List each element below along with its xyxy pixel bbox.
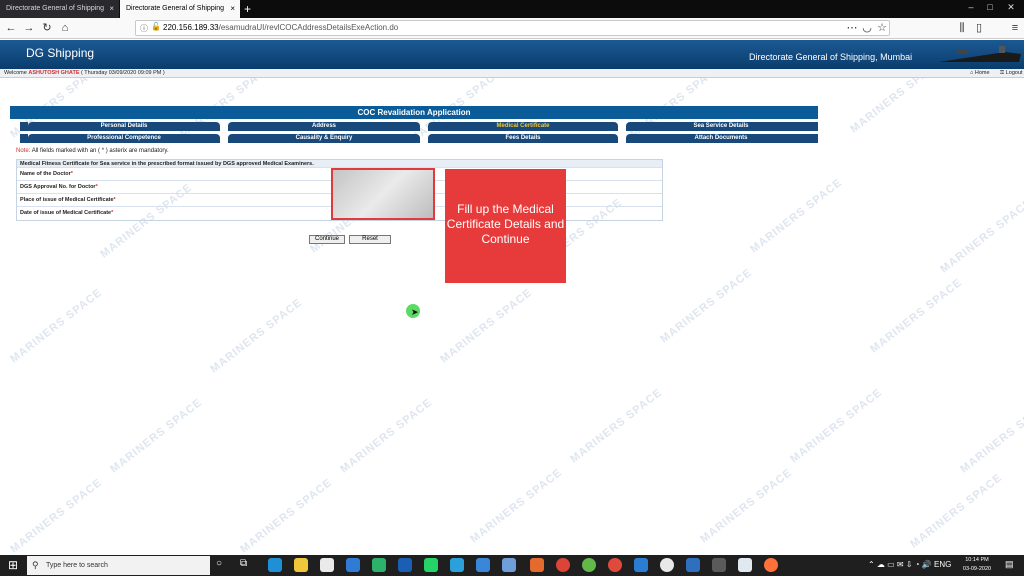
telegram-icon[interactable] <box>450 558 464 572</box>
watermark-text: MARINERS SPACE <box>8 476 105 556</box>
tab-sea-service-details[interactable]: Sea Service Details <box>626 122 816 131</box>
watermark-text: MARINERS SPACE <box>108 396 205 476</box>
minimize-icon[interactable]: – <box>964 2 978 12</box>
tab-edge <box>20 122 28 131</box>
menu-icon[interactable]: ≡ <box>1008 20 1022 36</box>
app-icon[interactable] <box>476 558 490 572</box>
home-link[interactable]: ⌂ Home <box>970 69 990 78</box>
mandatory-note: Note: All fields marked with an ( * ) as… <box>16 148 169 154</box>
vscode-icon[interactable] <box>634 558 648 572</box>
app-icon[interactable] <box>686 558 700 572</box>
browser-tab-active[interactable]: Directorate General of Shipping × <box>120 0 240 18</box>
tab-medical-certificate[interactable]: Medical Certificate <box>428 122 618 131</box>
application-title: COC Revalidation Application <box>10 106 818 119</box>
site-name: Directorate General of Shipping, Mumbai <box>749 52 913 62</box>
form-heading: Medical Fitness Certificate for Sea serv… <box>17 160 662 168</box>
maximize-icon[interactable]: □ <box>983 2 997 12</box>
clock[interactable]: 10:14 PM 03-09-2020 <box>958 556 996 574</box>
file-explorer-icon[interactable] <box>294 558 308 572</box>
cortana-icon[interactable]: ○ <box>216 558 222 569</box>
watermark-text: MARINERS SPACE <box>868 276 965 356</box>
insecure-lock-icon[interactable]: 🔓 <box>151 22 161 31</box>
tab-title: Directorate General of Shipping <box>6 5 105 12</box>
close-tab-icon[interactable]: × <box>109 0 114 18</box>
logout-link[interactable]: ⚿ Logout <box>1000 69 1023 78</box>
chrome-icon[interactable] <box>608 558 622 572</box>
app-icon[interactable] <box>712 558 726 572</box>
watermark-text: MARINERS SPACE <box>788 386 885 466</box>
page-actions-icon[interactable]: ⋯ <box>845 20 859 36</box>
tab-edge <box>20 134 28 143</box>
browser-tab[interactable]: Directorate General of Shipping × <box>0 0 119 18</box>
instruction-callout: Fill up the Medical Certificate Details … <box>445 169 566 283</box>
new-tab-button[interactable]: + <box>244 1 251 17</box>
task-view-icon[interactable]: ⧉ <box>240 558 247 569</box>
watermark-text: MARINERS SPACE <box>468 466 565 546</box>
watermark-text: MARINERS SPACE <box>338 396 435 476</box>
tab-attach-documents[interactable]: Attach Documents <box>626 134 816 143</box>
watermark-text: MARINERS SPACE <box>938 196 1024 276</box>
close-tab-icon[interactable]: × <box>230 0 235 18</box>
back-icon[interactable]: ← <box>4 20 18 36</box>
reset-button[interactable]: Reset <box>349 235 391 244</box>
mail-icon[interactable] <box>346 558 360 572</box>
system-tray[interactable]: ⌃ ☁ ▭ ✉ ⇩ ◔ 🔊 ENG <box>868 557 951 573</box>
watermark-text: MARINERS SPACE <box>748 176 845 256</box>
clock-time: 10:14 PM <box>965 557 989 563</box>
ship-logo <box>939 46 1021 62</box>
store-icon[interactable] <box>320 558 334 572</box>
app-icon[interactable] <box>660 558 674 572</box>
whatsapp-icon[interactable] <box>424 558 438 572</box>
tab-causality-enquiry[interactable]: Causality & Enquiry <box>228 134 420 143</box>
watermark-text: MARINERS SPACE <box>658 266 755 346</box>
url-text: 220.156.189.33/esamudraUI/revlCOCAddress… <box>163 23 399 32</box>
app-icon[interactable] <box>530 558 544 572</box>
bookmark-star-icon[interactable]: ☆ <box>875 20 889 36</box>
watermark-text: MARINERS SPACE <box>8 286 105 366</box>
watermark-text: MARINERS SPACE <box>958 396 1024 476</box>
network-app-icon[interactable] <box>502 558 516 572</box>
app-icon[interactable] <box>398 558 412 572</box>
library-icon[interactable]: ⫼ <box>955 20 969 36</box>
site-brand: DG Shipping <box>26 46 95 60</box>
info-icon[interactable]: ⓘ <box>140 23 148 34</box>
user-name: ASHUTOSH GHATE <box>28 70 80 76</box>
tab-fees-details[interactable]: Fees Details <box>428 134 618 143</box>
search-icon: ⚲ <box>32 560 39 570</box>
continue-button[interactable]: Continue <box>309 235 345 244</box>
tab-address[interactable]: Address <box>228 122 420 131</box>
watermark-text: MARINERS SPACE <box>908 471 1005 551</box>
tab-title: Directorate General of Shipping <box>126 5 225 12</box>
edge-icon[interactable] <box>268 558 282 572</box>
home-icon[interactable]: ⌂ <box>58 20 72 36</box>
taskbar-search-placeholder: Type here to search <box>46 562 108 569</box>
pocket-icon[interactable]: ◡ <box>860 20 874 36</box>
notifications-icon[interactable]: ▤ <box>1005 559 1014 570</box>
welcome-text: Welcome ASHUTOSH GHATE ( Thursday 03/09/… <box>4 70 165 76</box>
firefox-icon[interactable] <box>764 558 778 572</box>
tab-professional-competence[interactable]: Professional Competence <box>28 134 220 143</box>
app-icon[interactable] <box>738 558 752 572</box>
tab-personal-details[interactable]: Personal Details <box>28 122 220 131</box>
chrome-icon[interactable] <box>556 558 570 572</box>
windows-start-icon[interactable]: ⊞ <box>0 555 26 576</box>
app-icon[interactable] <box>372 558 386 572</box>
mouse-cursor-icon: ➤ <box>411 307 419 317</box>
clock-date: 03-09-2020 <box>962 566 992 572</box>
sidebar-icon[interactable]: ▯ <box>972 20 986 36</box>
blurred-input-area[interactable] <box>331 168 435 220</box>
watermark-text: MARINERS SPACE <box>208 296 305 376</box>
watermark-text: MARINERS SPACE <box>568 386 665 466</box>
forward-icon[interactable]: → <box>22 20 36 36</box>
close-window-icon[interactable]: ✕ <box>1004 2 1018 13</box>
language-indicator[interactable]: ENG <box>934 560 951 569</box>
reload-icon[interactable]: ↻ <box>40 20 54 36</box>
watermark-text: MARINERS SPACE <box>438 286 535 366</box>
app-icon[interactable] <box>582 558 596 572</box>
watermark-text: MARINERS SPACE <box>698 466 795 546</box>
watermark-text: MARINERS SPACE <box>238 476 335 556</box>
